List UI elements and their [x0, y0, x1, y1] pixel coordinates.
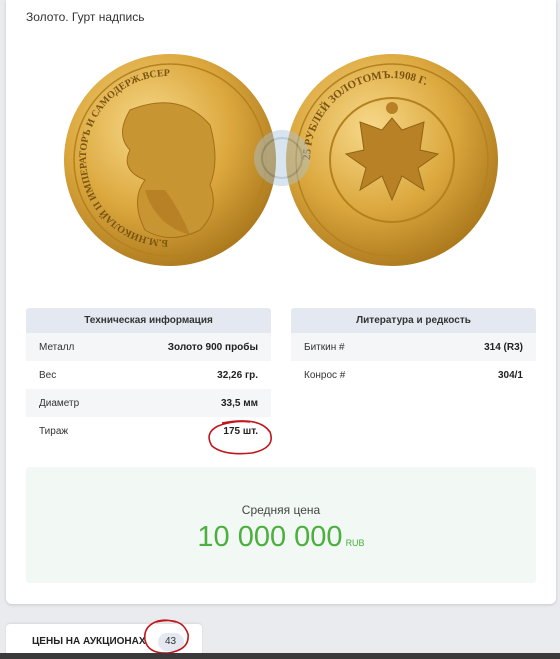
row-value: 32,26 гр.	[217, 369, 258, 381]
row-value: 33,5 мм	[220, 397, 258, 409]
row-label: Вес	[39, 369, 57, 381]
row-value: 175 шт.	[223, 425, 258, 437]
price-currency: RUB	[345, 538, 365, 548]
coin-reverse-image: 25 РУБЛЕЙ ЗОЛОТОМЪ.1908 Г.	[286, 54, 498, 266]
row-label: Конрос #	[304, 369, 346, 381]
watermark-seal	[254, 130, 310, 186]
average-price-box: Средняя цена 10 000 000 RUB	[26, 467, 536, 583]
row-label: Диаметр	[39, 397, 80, 409]
lit-row-bitkin: Биткин # 314 (R3)	[291, 333, 536, 361]
average-price-value: 10 000 000 RUB	[26, 521, 536, 554]
row-label: Тираж	[39, 425, 69, 437]
tech-row-weight: Вес 32,26 гр.	[26, 361, 271, 389]
tech-row-metal: Металл Золото 900 пробы	[26, 333, 271, 361]
row-label: Металл	[39, 341, 75, 353]
tech-row-diameter: Диаметр 33,5 мм	[26, 389, 271, 417]
row-label: Биткин #	[304, 341, 345, 353]
literature-panel: Литература и редкость Биткин # 314 (R3) …	[291, 308, 536, 389]
lit-row-konros: Конрос # 304/1	[291, 361, 536, 389]
tech-info-title: Техническая информация	[26, 308, 271, 333]
coin-card: Золото. Гурт надпись Б.М.НИКОЛАЙ II ИМПЕ…	[6, 0, 556, 604]
average-price-label: Средняя цена	[241, 503, 321, 517]
price-amount: 10 000 000	[197, 521, 343, 553]
tech-info-panel: Техническая информация Металл Золото 900…	[26, 308, 271, 445]
literature-title: Литература и редкость	[291, 308, 536, 333]
coin-obverse-image: Б.М.НИКОЛАЙ II ИМПЕРАТОРЪ И САМОДЕРЖ.ВСЕ…	[60, 50, 276, 266]
lot-caption: Золото. Гурт надпись	[26, 10, 145, 24]
tech-row-mintage: Тираж 175 шт.	[26, 417, 271, 445]
horizontal-scrollbar[interactable]	[0, 653, 560, 659]
coin-images[interactable]: Б.М.НИКОЛАЙ II ИМПЕРАТОРЪ И САМОДЕРЖ.ВСЕ…	[60, 50, 510, 270]
tab-auction-prices-label: ЦЕНЫ НА АУКЦИОНАХ	[32, 636, 146, 647]
row-value: 314 (R3)	[484, 341, 523, 353]
row-value: Золото 900 пробы	[167, 341, 258, 353]
auction-count-badge: 43	[157, 632, 184, 651]
row-value: 304/1	[497, 369, 523, 381]
